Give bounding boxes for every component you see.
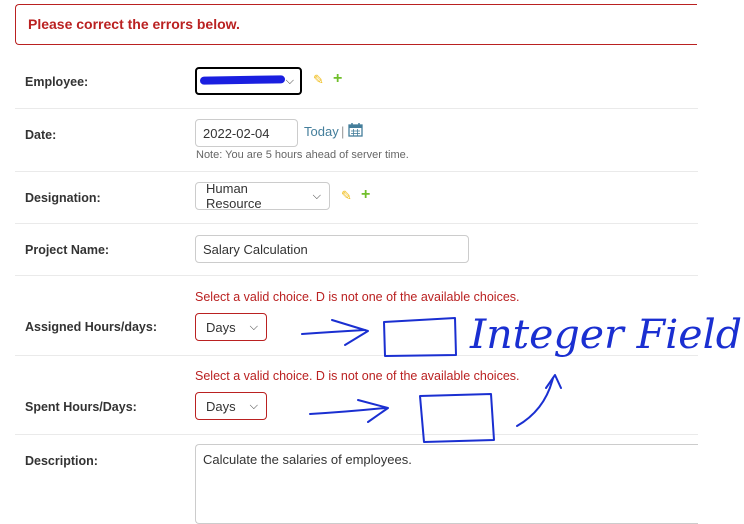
plus-icon[interactable]: + [333, 70, 342, 88]
description-label: Description: [25, 454, 98, 468]
employee-select[interactable]: ⌵ [195, 67, 302, 95]
designation-value: Human Resource [206, 181, 262, 211]
date-separator: | [341, 124, 345, 139]
designation-select[interactable]: Human Resource ⌵ [195, 181, 330, 211]
description-row: Description: Calculate the salaries of e… [15, 435, 698, 524]
assigned-hours-row: Select a valid choice. D is not one of t… [15, 276, 698, 356]
date-value: 2022-02-04 [203, 126, 270, 141]
assigned-hours-select[interactable]: Days ⌵ [195, 313, 267, 341]
plus-icon[interactable]: + [361, 186, 370, 204]
date-input[interactable]: 2022-02-04 [195, 119, 298, 147]
assigned-hours-value: Days [206, 319, 236, 335]
spent-hours-row: Select a valid choice. D is not one of t… [15, 356, 698, 435]
project-name-row: Project Name: Salary Calculation [15, 224, 698, 276]
redaction-scribble [199, 75, 286, 85]
chevron-down-icon: ⌵ [249, 399, 258, 412]
error-banner: Please correct the errors below. [15, 4, 697, 45]
designation-row: Designation: Human Resource ⌵ ✎ + [15, 172, 698, 224]
chevron-down-icon: ⌵ [312, 189, 321, 202]
spent-hours-value: Days [206, 398, 236, 414]
pencil-icon[interactable]: ✎ [341, 188, 352, 204]
spent-hours-select[interactable]: Days ⌵ [195, 392, 267, 420]
spent-hours-error: Select a valid choice. D is not one of t… [195, 369, 520, 383]
chevron-down-icon: ⌵ [249, 320, 258, 333]
chevron-down-icon: ⌵ [285, 74, 294, 87]
description-textarea[interactable]: Calculate the salaries of employees. [195, 444, 698, 524]
employee-row: Employee: ⌵ ✎ + [15, 56, 698, 109]
project-name-label: Project Name: [25, 243, 110, 257]
date-row: Date: 2022-02-04 Today | Note: You are 5… [15, 109, 698, 172]
calendar-icon[interactable] [348, 122, 363, 140]
server-time-note: Note: You are 5 hours ahead of server ti… [196, 149, 409, 161]
designation-label: Designation: [25, 191, 101, 205]
project-name-value: Salary Calculation [203, 242, 308, 257]
project-name-input[interactable]: Salary Calculation [195, 235, 469, 263]
description-value: Calculate the salaries of employees. [203, 452, 412, 467]
assigned-hours-error: Select a valid choice. D is not one of t… [195, 290, 520, 304]
date-label: Date: [25, 128, 57, 142]
pencil-icon[interactable]: ✎ [313, 72, 324, 88]
assigned-hours-label: Assigned Hours/days: [25, 320, 157, 334]
spent-hours-label: Spent Hours/Days: [25, 400, 137, 414]
employee-label: Employee: [25, 75, 89, 89]
today-link[interactable]: Today [304, 124, 339, 139]
